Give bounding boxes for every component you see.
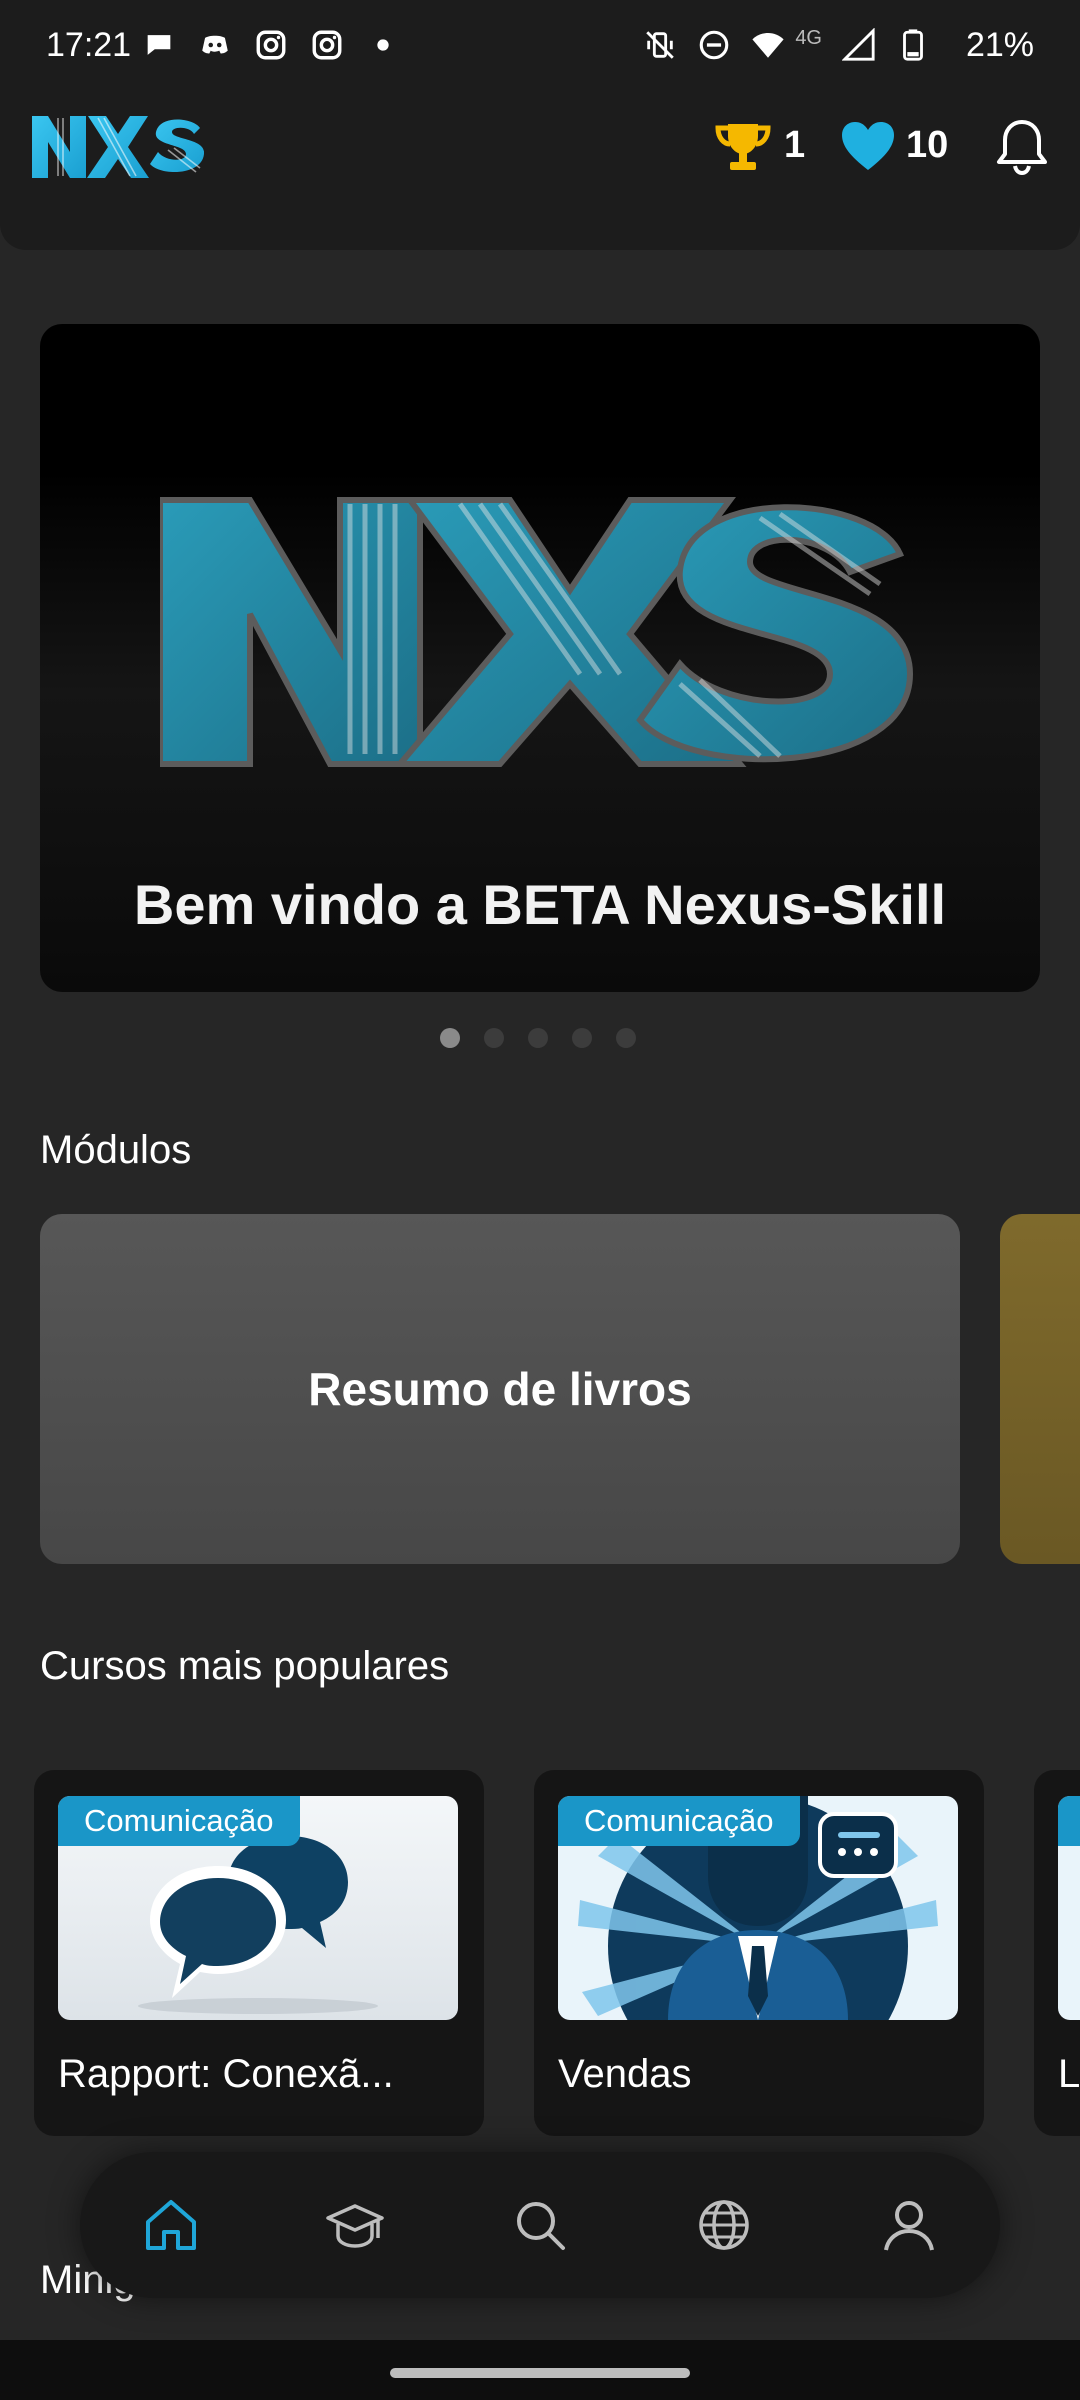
system-icons: 4G <box>643 26 930 62</box>
heart-count: 10 <box>906 124 949 166</box>
course-card[interactable]: Li <box>1034 1770 1080 2136</box>
discord-icon <box>202 35 228 54</box>
wifi-icon <box>752 32 784 58</box>
globe-icon[interactable] <box>695 2196 753 2254</box>
pagination-dot[interactable] <box>572 1028 592 1048</box>
trophy-count: 1 <box>784 124 806 166</box>
pagination-dot[interactable] <box>440 1028 460 1048</box>
banner-pagination <box>440 1028 636 1048</box>
app-header: 1 10 <box>0 96 1080 250</box>
banner-caption: Bem vindo a BETA Nexus-Skill <box>133 873 947 936</box>
mute-vibrate-icon <box>646 31 675 59</box>
network-type: 4G <box>795 26 822 49</box>
battery-icon <box>903 29 923 61</box>
banner-nxs-logo <box>160 497 914 767</box>
nxs-logo[interactable] <box>28 110 204 184</box>
battery-percent: 21% <box>965 26 1034 64</box>
popular-courses-title: Cursos mais populares <box>40 1644 450 1688</box>
profile-icon[interactable] <box>880 2196 938 2254</box>
status-bar: 17:21 4G 21% <box>0 0 1080 96</box>
search-icon[interactable] <box>511 2196 569 2254</box>
notification-icons <box>142 28 400 62</box>
bottom-navigation <box>80 2152 1000 2298</box>
module-card-label: Resumo de livros <box>308 1363 692 1415</box>
trophy-icon[interactable] <box>714 120 772 174</box>
module-card[interactable] <box>1000 1214 1080 1564</box>
course-category-tag: Comunicação <box>558 1796 800 1846</box>
course-title: Vendas <box>558 2052 692 2096</box>
pagination-dot[interactable] <box>616 1028 636 1048</box>
home-gesture-handle[interactable] <box>390 2368 690 2378</box>
course-title: Rapport: Conexã... <box>58 2052 394 2096</box>
home-icon[interactable] <box>142 2196 200 2254</box>
courses-icon[interactable] <box>326 2196 384 2254</box>
instagram-icon <box>256 30 286 60</box>
welcome-banner[interactable]: Bem vindo a BETA Nexus-Skill <box>40 324 1040 992</box>
module-card[interactable]: Resumo de livros <box>40 1214 960 1564</box>
heart-icon[interactable] <box>840 120 896 172</box>
modules-title: Módulos <box>40 1128 192 1172</box>
course-category-tag <box>1058 1796 1080 1846</box>
course-thumbnail: Comunicação <box>58 1796 458 2020</box>
pagination-dot[interactable] <box>528 1028 548 1048</box>
signal-icon <box>842 28 875 61</box>
course-thumbnail <box>1058 1796 1080 2020</box>
course-thumbnail: Comunicação <box>558 1796 958 2020</box>
course-card[interactable]: Comunicação Vendas <box>534 1770 984 2136</box>
do-not-disturb-icon <box>700 30 729 60</box>
course-title: Li <box>1058 2052 1080 2096</box>
course-category-tag: Comunicação <box>58 1796 300 1846</box>
bell-icon[interactable] <box>994 116 1050 176</box>
course-card[interactable]: Comunicação Rapport: Conexã... <box>34 1770 484 2136</box>
chat-icon <box>147 35 171 55</box>
dot-icon <box>377 39 389 51</box>
status-time: 17:21 <box>46 26 132 64</box>
instagram-icon <box>312 30 342 60</box>
pagination-dot[interactable] <box>484 1028 504 1048</box>
